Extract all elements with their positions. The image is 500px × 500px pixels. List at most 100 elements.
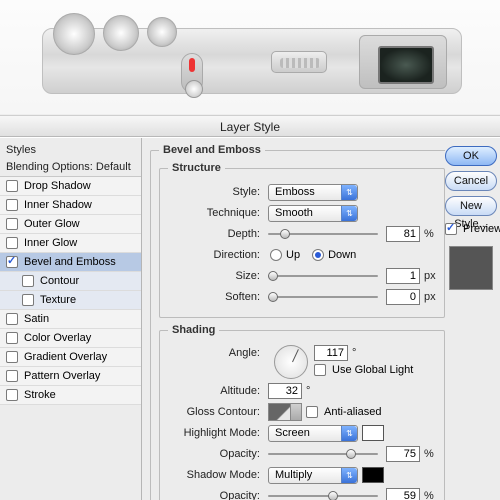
styles-sidebar: Styles Blending Options: Default Drop Sh… (0, 138, 142, 500)
direction-up-radio[interactable] (270, 249, 282, 261)
preview-checkbox[interactable] (445, 223, 457, 235)
shadow-opacity-slider[interactable] (268, 489, 378, 500)
shadow-color-swatch[interactable] (362, 467, 384, 483)
sidebar-item-label: Texture (40, 294, 76, 306)
radio-label: Down (328, 249, 356, 261)
sidebar-item-pattern-overlay[interactable]: Pattern Overlay (0, 367, 141, 386)
camera-body (42, 28, 462, 94)
camera-dial (147, 17, 177, 47)
shading-legend: Shading (168, 324, 219, 336)
checkbox[interactable] (6, 351, 18, 363)
unit-label: % (424, 490, 434, 500)
shadow-mode-dropdown[interactable]: Multiply⇅ (268, 467, 358, 484)
sidebar-item-inner-glow[interactable]: Inner Glow (0, 234, 141, 253)
new-style-button[interactable]: New Style... (445, 196, 497, 216)
camera-flash (271, 51, 327, 73)
highlight-opacity-slider[interactable] (268, 447, 378, 461)
sidebar-item-satin[interactable]: Satin (0, 310, 141, 329)
camera-viewfinder (359, 35, 447, 89)
sidebar-item-label: Satin (24, 313, 49, 325)
sidebar-header-blending[interactable]: Blending Options: Default (0, 158, 141, 177)
camera-dial (53, 13, 95, 55)
checkbox-label: Anti-aliased (324, 406, 381, 418)
size-label: Size: (168, 270, 260, 282)
sidebar-item-label: Color Overlay (24, 332, 91, 344)
sidebar-item-label: Outer Glow (24, 218, 80, 230)
size-slider[interactable] (268, 269, 378, 283)
checkbox[interactable] (6, 370, 18, 382)
technique-dropdown[interactable]: Smooth⇅ (268, 205, 358, 222)
sidebar-item-label: Drop Shadow (24, 180, 91, 192)
sidebar-item-drop-shadow[interactable]: Drop Shadow (0, 177, 141, 196)
sidebar-item-label: Bevel and Emboss (24, 256, 116, 268)
sidebar-item-stroke[interactable]: Stroke (0, 386, 141, 405)
cancel-button[interactable]: Cancel (445, 171, 497, 191)
checkbox[interactable] (22, 294, 34, 306)
style-dropdown[interactable]: Emboss ⇅ (268, 184, 358, 201)
structure-group: Structure Style: Emboss⇅ Technique: Smoo… (159, 162, 445, 318)
angle-wheel[interactable] (274, 345, 308, 379)
sidebar-item-color-overlay[interactable]: Color Overlay (0, 329, 141, 348)
soften-slider[interactable] (268, 290, 378, 304)
checkbox[interactable] (6, 256, 18, 268)
shadow-mode-label: Shadow Mode: (168, 469, 260, 481)
altitude-label: Altitude: (168, 385, 260, 397)
gloss-contour-label: Gloss Contour: (168, 406, 260, 418)
gloss-contour-picker[interactable] (268, 403, 302, 421)
dropdown-value: Smooth (275, 207, 313, 219)
ok-button[interactable]: OK (445, 146, 497, 166)
camera-switch (181, 53, 203, 93)
shadow-opacity-label: Opacity: (168, 490, 260, 500)
checkbox[interactable] (6, 218, 18, 230)
sidebar-item-label: Pattern Overlay (24, 370, 100, 382)
checkbox[interactable] (6, 237, 18, 249)
camera-dial (103, 15, 139, 51)
soften-input[interactable]: 0 (386, 289, 420, 305)
sidebar-item-label: Contour (40, 275, 79, 287)
unit-label: px (424, 270, 436, 282)
sidebar-header-styles[interactable]: Styles (0, 142, 141, 158)
direction-down-radio[interactable] (312, 249, 324, 261)
style-label: Style: (168, 186, 260, 198)
dropdown-value: Emboss (275, 186, 315, 198)
size-input[interactable]: 1 (386, 268, 420, 284)
depth-input[interactable]: 81 (386, 226, 420, 242)
chevron-updown-icon: ⇅ (341, 185, 357, 200)
shadow-opacity-input[interactable]: 59 (386, 488, 420, 500)
preview-swatch (449, 246, 493, 290)
sidebar-item-inner-shadow[interactable]: Inner Shadow (0, 196, 141, 215)
sidebar-item-contour[interactable]: Contour (0, 272, 141, 291)
structure-legend: Structure (168, 162, 225, 174)
depth-slider[interactable] (268, 227, 378, 241)
checkbox[interactable] (6, 180, 18, 192)
unit-label: ° (306, 385, 310, 397)
panel-title: Bevel and Emboss (159, 144, 265, 156)
angle-label: Angle: (168, 347, 260, 359)
sidebar-item-label: Stroke (24, 389, 56, 401)
checkbox[interactable] (22, 275, 34, 287)
shading-group: Shading Angle: 117° Use Global Light Alt… (159, 324, 445, 500)
checkbox[interactable] (6, 332, 18, 344)
checkbox[interactable] (6, 313, 18, 325)
highlight-mode-dropdown[interactable]: Screen ⇅ (268, 425, 358, 442)
sidebar-item-bevel-emboss[interactable]: Bevel and Emboss (0, 253, 141, 272)
highlight-opacity-input[interactable]: 75 (386, 446, 420, 462)
anti-aliased-checkbox[interactable] (306, 406, 318, 418)
unit-label: % (424, 448, 434, 460)
chevron-updown-icon: ⇅ (341, 426, 357, 441)
window-title: Layer Style (0, 115, 500, 137)
angle-input[interactable]: 117 (314, 345, 348, 361)
highlight-color-swatch[interactable] (362, 425, 384, 441)
sidebar-item-label: Inner Glow (24, 237, 77, 249)
checkbox[interactable] (6, 199, 18, 211)
altitude-input[interactable]: 32 (268, 383, 302, 399)
sidebar-item-gradient-overlay[interactable]: Gradient Overlay (0, 348, 141, 367)
checkbox[interactable] (6, 389, 18, 401)
bevel-emboss-group: Bevel and Emboss Structure Style: Emboss… (150, 144, 445, 500)
unit-label: px (424, 291, 436, 303)
highlight-mode-label: Highlight Mode: (168, 427, 260, 439)
sidebar-item-outer-glow[interactable]: Outer Glow (0, 215, 141, 234)
global-light-checkbox[interactable] (314, 364, 326, 376)
dropdown-value: Screen (275, 427, 310, 439)
sidebar-item-texture[interactable]: Texture (0, 291, 141, 310)
